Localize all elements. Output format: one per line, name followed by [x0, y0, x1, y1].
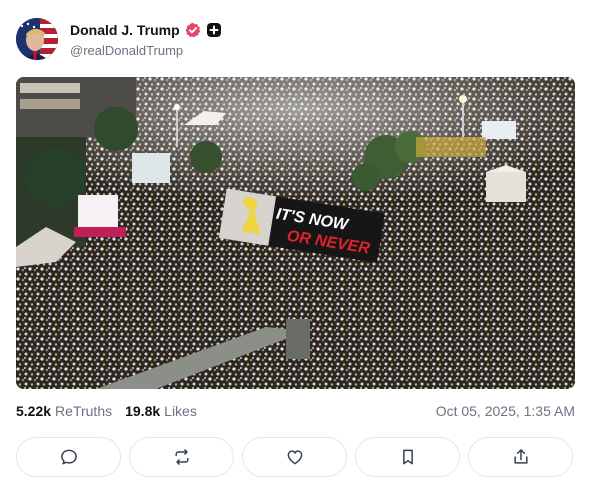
truth-post: Donald J. Trump @realDonaldTrump IT'S NO…	[0, 0, 596, 493]
likes-count[interactable]: 19.8k	[125, 403, 160, 419]
share-button[interactable]	[468, 437, 573, 477]
comment-icon	[60, 449, 77, 465]
avatar[interactable]	[16, 18, 58, 60]
author-handle[interactable]: @realDonaldTrump	[70, 43, 183, 58]
author-name-row: Donald J. Trump	[70, 20, 222, 40]
retruths-label[interactable]: ReTruths	[55, 403, 112, 419]
bookmark-icon	[402, 449, 413, 465]
like-button[interactable]	[242, 437, 347, 477]
crowd-rally-photo: IT'S NOW OR NEVER	[16, 77, 575, 389]
post-stats: 5.22k ReTruths 19.8k Likes Oct 05, 2025,…	[16, 402, 575, 420]
retruths-count[interactable]: 5.22k	[16, 403, 51, 419]
repost-icon	[174, 449, 189, 465]
reply-button[interactable]	[16, 437, 121, 477]
retruth-button[interactable]	[129, 437, 234, 477]
verified-badge-icon	[185, 22, 201, 38]
likes-label[interactable]: Likes	[164, 403, 197, 419]
post-image[interactable]: IT'S NOW OR NEVER	[16, 77, 575, 389]
heart-icon	[287, 450, 302, 465]
post-actions	[16, 437, 573, 477]
post-timestamp[interactable]: Oct 05, 2025, 1:35 AM	[436, 403, 575, 419]
plus-badge-icon	[206, 22, 222, 38]
author-display-name[interactable]: Donald J. Trump	[70, 22, 180, 38]
avatar-image	[16, 18, 58, 60]
share-icon	[513, 449, 528, 464]
bookmark-button[interactable]	[355, 437, 460, 477]
